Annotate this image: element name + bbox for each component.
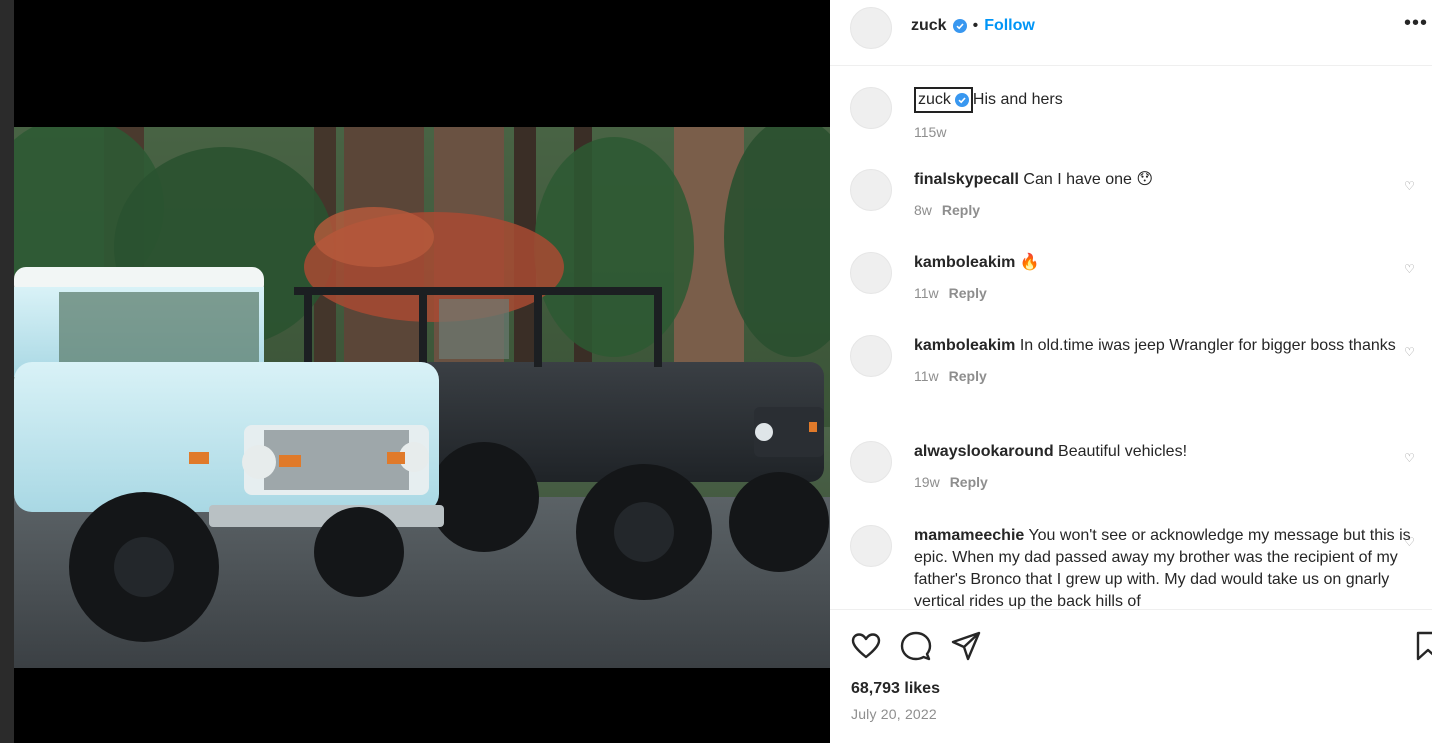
caption-body: zuck His and hers 115w <box>914 87 1412 143</box>
comments-list[interactable]: zuck His and hers 115w finalskypecall Ca… <box>830 67 1432 609</box>
reply-button[interactable]: Reply <box>949 282 987 304</box>
author-row: zuck • Follow <box>911 17 1035 35</box>
comment-body: finalskypecall Can I have one 😯 8w Reply… <box>914 169 1415 221</box>
commenter-avatar[interactable] <box>850 335 892 377</box>
comment-body: mamameechie You won't see or acknowledge… <box>914 525 1415 609</box>
comment-body: alwayslookaround Beautiful vehicles! 19w… <box>914 441 1415 493</box>
comment-icon[interactable] <box>900 630 932 662</box>
commenter-avatar[interactable] <box>850 441 892 483</box>
post-header: zuck • Follow ••• <box>830 0 1432 66</box>
comment-text: 🔥 <box>1019 254 1040 271</box>
post-details-panel: zuck • Follow ••• zuck His and hers 115w… <box>830 0 1432 743</box>
comment-text: In old.time iwas jeep Wrangler for bigge… <box>1019 337 1396 354</box>
comment-like-icon[interactable]: ♡ <box>1404 531 1415 553</box>
comment-like-icon[interactable]: ♡ <box>1404 175 1415 197</box>
share-icon[interactable] <box>950 630 982 662</box>
comment-meta: 8w Reply <box>914 199 1412 221</box>
comment-time: 11w <box>914 285 939 301</box>
comment-time: 8w <box>914 202 932 218</box>
caption-meta: 115w <box>914 121 1412 143</box>
more-icon[interactable]: ••• <box>1404 12 1428 35</box>
comment-username[interactable]: kamboleakim <box>914 254 1015 271</box>
comment-meta: 11w Reply <box>914 282 1412 304</box>
post-media-panel <box>14 0 830 743</box>
commenter-avatar[interactable] <box>850 169 892 211</box>
verified-badge-icon <box>954 93 969 107</box>
bookmark-icon[interactable] <box>1412 630 1432 662</box>
comment-username[interactable]: alwayslookaround <box>914 443 1054 460</box>
comment-username[interactable]: finalskypecall <box>914 171 1019 188</box>
caption-username-box[interactable]: zuck <box>914 87 973 113</box>
verified-badge-icon <box>952 19 967 33</box>
reply-button[interactable]: Reply <box>942 199 980 221</box>
comment-username[interactable]: kamboleakim <box>914 337 1015 354</box>
post-photo[interactable] <box>14 127 830 668</box>
comment-body: kamboleakim 🔥 11w Reply ♡ <box>914 252 1415 304</box>
heart-icon[interactable] <box>850 630 882 662</box>
comment-time: 19w <box>914 474 940 490</box>
comment-username[interactable]: mamameechie <box>914 527 1024 544</box>
author-username[interactable]: zuck <box>911 17 947 35</box>
left-edge-strip <box>0 0 14 743</box>
post-date: July 20, 2022 <box>851 706 937 722</box>
caption-username[interactable]: zuck <box>918 89 951 111</box>
author-avatar[interactable] <box>850 7 892 49</box>
caption-text: His and hers <box>972 91 1063 108</box>
likes-count[interactable]: 68,793 likes <box>851 680 940 698</box>
instagram-post-viewer: zuck • Follow ••• zuck His and hers 115w… <box>0 0 1432 743</box>
comment-body: kamboleakim In old.time iwas jeep Wrangl… <box>914 335 1415 387</box>
comment-time: 11w <box>914 368 939 384</box>
comment-text: Beautiful vehicles! <box>1058 443 1188 460</box>
two-broncos-in-forest-image <box>14 127 830 668</box>
author-avatar[interactable] <box>850 87 892 129</box>
comment-like-icon[interactable]: ♡ <box>1404 258 1415 280</box>
caption-time: 115w <box>914 124 947 140</box>
comment-text: Can I have one 😯 <box>1023 171 1154 188</box>
commenter-avatar[interactable] <box>850 525 892 567</box>
separator-dot: • <box>972 17 979 34</box>
follow-button[interactable]: Follow <box>984 17 1035 35</box>
comment-like-icon[interactable]: ♡ <box>1404 447 1415 469</box>
comment-meta: 19w Reply <box>914 471 1412 493</box>
post-actions: 68,793 likes July 20, 2022 <box>830 609 1432 743</box>
commenter-avatar[interactable] <box>850 252 892 294</box>
comment-like-icon[interactable]: ♡ <box>1404 341 1415 363</box>
reply-button[interactable]: Reply <box>949 365 987 387</box>
reply-button[interactable]: Reply <box>950 471 988 493</box>
comment-meta: 11w Reply <box>914 365 1412 387</box>
